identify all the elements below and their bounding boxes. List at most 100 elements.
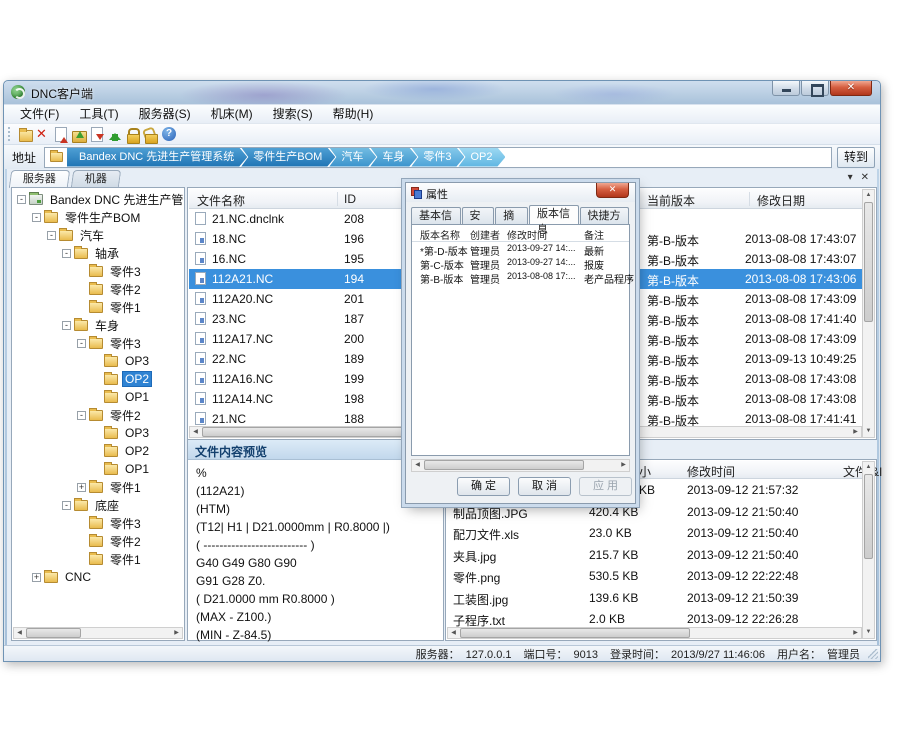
delete-icon[interactable]	[34, 126, 52, 143]
minimize-button[interactable]	[772, 81, 800, 96]
menu-item[interactable]: 工具(T)	[69, 105, 128, 124]
menu-item[interactable]: 文件(F)	[10, 105, 69, 124]
dialog-tab[interactable]: 摘要	[495, 207, 528, 224]
tree-item[interactable]: 轴承	[13, 244, 183, 262]
scrollbar-thumb[interactable]	[424, 460, 584, 470]
expand-toggle-icon[interactable]	[62, 501, 71, 510]
scrollbar-thumb[interactable]	[864, 202, 873, 322]
dialog-close-button[interactable]	[596, 183, 629, 198]
tree-horizontal-scrollbar[interactable]: ◀ ▶	[13, 627, 183, 639]
attachment-vertical-scrollbar[interactable]: ▲ ▼	[862, 461, 875, 639]
checkin-folder-icon[interactable]	[70, 126, 88, 143]
tree-item[interactable]: 零件生产BOM	[13, 208, 183, 226]
open-folder-icon[interactable]	[16, 126, 34, 143]
scroll-right-icon[interactable]: ▶	[171, 628, 182, 639]
tree-item[interactable]: CNC	[13, 568, 183, 586]
panel-close-icon[interactable]: ✕	[861, 171, 869, 185]
tree-item[interactable]: OP3	[13, 424, 183, 442]
version-table-header[interactable]: 版本名称 创建者 修改时间 备注	[412, 225, 629, 242]
dialog-horizontal-scrollbar[interactable]: ◀ ▶	[411, 459, 630, 472]
expand-toggle-icon[interactable]	[17, 195, 26, 204]
column-version-name[interactable]: 版本名称	[420, 227, 460, 242]
tree-item[interactable]: 零件3	[13, 514, 183, 532]
scrollbar-thumb[interactable]	[460, 628, 690, 638]
scroll-down-icon[interactable]: ▼	[863, 426, 874, 437]
column-current-version[interactable]: 当前版本	[647, 192, 695, 209]
scroll-up-icon[interactable]: ▲	[863, 462, 874, 473]
send-to-machine-icon[interactable]	[106, 126, 124, 143]
breadcrumb-segment[interactable]: OP2	[458, 148, 505, 167]
scroll-left-icon[interactable]: ◀	[14, 628, 25, 639]
panel-tab[interactable]: 机器	[71, 170, 122, 188]
breadcrumb-segment[interactable]: 零件生产BOM	[241, 148, 335, 167]
attachment-row[interactable]: 配刀文件.xls 23.0 KB 2013-09-12 21:50:40	[447, 522, 862, 544]
attachment-row[interactable]: 零件.png 530.5 KB 2013-09-12 22:22:48	[447, 565, 862, 587]
expand-toggle-icon[interactable]	[32, 213, 41, 222]
dialog-tab[interactable]: 安全	[462, 207, 495, 224]
attachment-row[interactable]: 工装图.jpg 139.6 KB 2013-09-12 21:50:39	[447, 587, 862, 609]
scroll-left-icon[interactable]: ◀	[190, 427, 201, 438]
tree-item[interactable]: 汽车	[13, 226, 183, 244]
expand-toggle-icon[interactable]	[62, 249, 71, 258]
tree-item[interactable]: OP2	[13, 370, 183, 388]
tree-item[interactable]: Bandex DNC 先进生产管理系统	[13, 190, 183, 208]
download-file-icon[interactable]	[88, 126, 106, 143]
column-id[interactable]: ID	[344, 192, 356, 206]
expand-toggle-icon[interactable]	[32, 573, 41, 582]
column-file-name[interactable]: 文件名称	[197, 192, 245, 209]
attachment-row[interactable]: 子程序.txt 2.0 KB 2013-09-12 22:26:28	[447, 608, 862, 627]
expand-toggle-icon[interactable]	[77, 339, 86, 348]
column-modify-date[interactable]: 修改日期	[757, 192, 805, 209]
column-note[interactable]: 备注	[584, 227, 604, 242]
help-icon[interactable]	[160, 126, 178, 143]
dialog-button[interactable]: 确 定	[457, 477, 510, 496]
lock-icon[interactable]	[124, 126, 142, 143]
menu-item[interactable]: 服务器(S)	[129, 105, 201, 124]
dialog-tab[interactable]: 基本信息	[411, 207, 461, 224]
tree-item[interactable]: 零件2	[13, 406, 183, 424]
scroll-right-icon[interactable]: ▶	[850, 427, 861, 438]
dialog-tab[interactable]: 版本信息	[529, 205, 579, 224]
tree-item[interactable]: 零件1	[13, 298, 183, 316]
column-modify-time[interactable]: 修改时间	[687, 463, 735, 480]
version-row[interactable]: *第-D-版本 管理员 2013-09-27 14:... 最新	[412, 242, 629, 256]
tree-item[interactable]: 零件1	[13, 478, 183, 496]
title-bar[interactable]: DNC客户端	[4, 81, 880, 104]
scroll-left-icon[interactable]: ◀	[448, 628, 459, 639]
menu-item[interactable]: 搜索(S)	[263, 105, 323, 124]
tree-item[interactable]: 底座	[13, 496, 183, 514]
maximize-button[interactable]	[801, 81, 829, 96]
tree-item[interactable]: OP2	[13, 442, 183, 460]
unlock-icon[interactable]	[142, 126, 160, 143]
tree-item[interactable]: OP3	[13, 352, 183, 370]
scroll-right-icon[interactable]: ▶	[618, 460, 629, 471]
tree-item[interactable]: 车身	[13, 316, 183, 334]
tree-item[interactable]: 零件3	[13, 334, 183, 352]
list-vertical-scrollbar[interactable]: ▲ ▼	[862, 189, 875, 438]
scroll-right-icon[interactable]: ▶	[850, 628, 861, 639]
menu-item[interactable]: 机床(M)	[201, 105, 263, 124]
breadcrumb-segment[interactable]: Bandex DNC 先进生产管理系统	[67, 148, 247, 167]
go-button[interactable]: 转到	[837, 147, 875, 168]
expand-toggle-icon[interactable]	[47, 231, 56, 240]
scroll-down-icon[interactable]: ▼	[863, 627, 874, 638]
tree-item[interactable]: OP1	[13, 460, 183, 478]
breadcrumb-segment[interactable]: 汽车	[329, 148, 376, 167]
resize-grip-icon[interactable]	[868, 649, 878, 659]
version-row[interactable]: 第-B-版本 管理员 2013-08-08 17:... 老产品程序	[412, 270, 629, 284]
close-button[interactable]	[830, 81, 872, 96]
dialog-button[interactable]: 取 消	[518, 477, 571, 496]
breadcrumb-segment[interactable]: 车身	[370, 148, 417, 167]
panel-dropdown-icon[interactable]: ▾	[848, 171, 853, 185]
attachment-row[interactable]: 夹具.jpg 215.7 KB 2013-09-12 21:50:40	[447, 544, 862, 566]
tree-item[interactable]: OP1	[13, 388, 183, 406]
breadcrumb-segment[interactable]: 零件3	[411, 148, 464, 167]
version-row[interactable]: 第-C-版本 管理员 2013-09-27 14:... 报废	[412, 256, 629, 270]
scroll-left-icon[interactable]: ◀	[412, 460, 423, 471]
expand-toggle-icon[interactable]	[77, 483, 86, 492]
expand-toggle-icon[interactable]	[62, 321, 71, 330]
tree-item[interactable]: 零件1	[13, 550, 183, 568]
panel-tab[interactable]: 服务器	[9, 170, 71, 188]
tree-item[interactable]: 零件2	[13, 280, 183, 298]
scroll-up-icon[interactable]: ▲	[863, 190, 874, 201]
